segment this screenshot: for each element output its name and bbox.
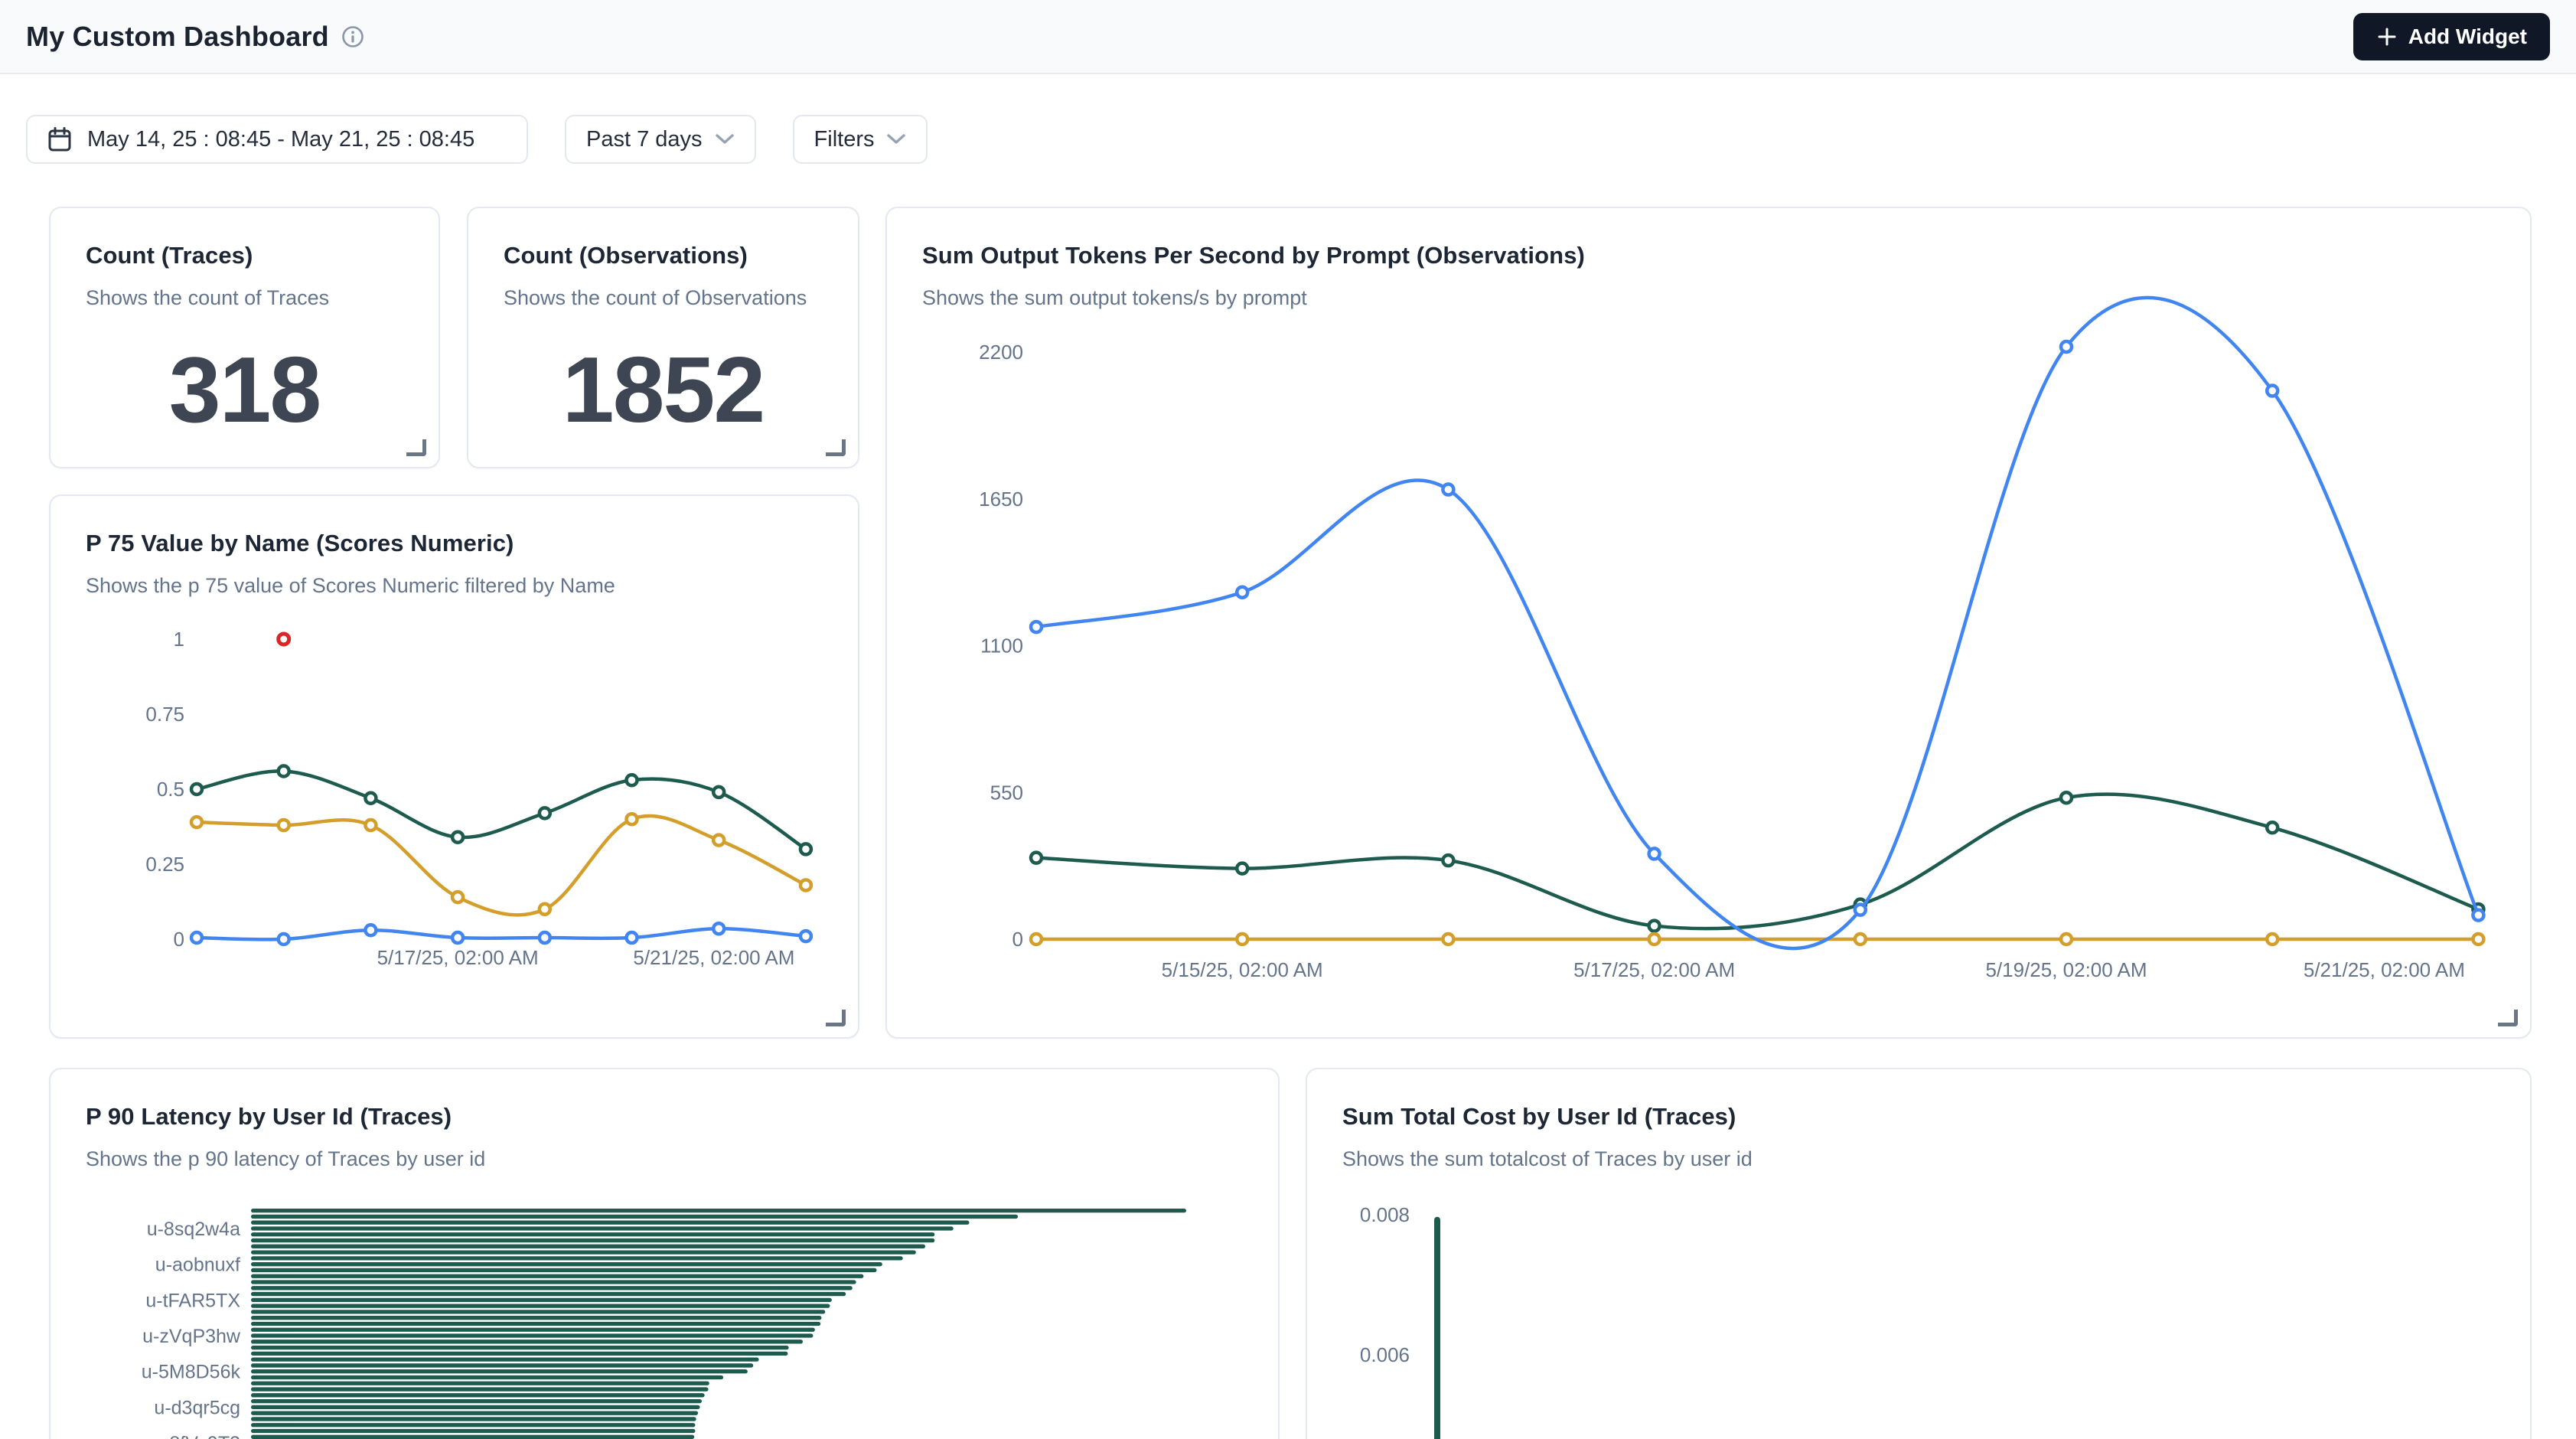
count-traces-value: 318 [169,336,321,443]
svg-text:u-tFAR5TX: u-tFAR5TX [145,1290,240,1311]
widget-title: Count (Observations) [468,208,858,269]
svg-text:0: 0 [1012,928,1023,951]
svg-text:5/17/25, 02:00 AM: 5/17/25, 02:00 AM [377,946,539,969]
widget-sum-cost: Sum Total Cost by User Id (Traces) Shows… [1306,1068,2532,1439]
svg-text:1100: 1100 [980,635,1023,658]
filters-dropdown[interactable]: Filters [793,115,928,164]
svg-text:550: 550 [990,781,1023,804]
svg-text:u-aobnuxf: u-aobnuxf [155,1255,240,1276]
svg-text:5/19/25, 02:00 AM: 5/19/25, 02:00 AM [1985,958,2147,981]
p75-line-chart[interactable]: 0 0.25 0.5 0.75 1 5/17/25, 02:00 AM 5/21/25, 0… [51,496,859,1039]
svg-text:0.75: 0.75 [145,703,184,726]
svg-text:1: 1 [174,628,184,651]
svg-text:u-8sq2w4a: u-8sq2w4a [147,1219,240,1240]
page-title: My Custom Dashboard [26,21,329,53]
count-observations-value: 1852 [562,336,764,443]
widget-title: Count (Traces) [51,208,439,269]
svg-text:0.5: 0.5 [157,778,184,801]
svg-text:u-d3qr5cg: u-d3qr5cg [154,1397,240,1418]
dashboard-page: My Custom Dashboard Add Widget [0,0,2576,1439]
svg-text:5/15/25, 02:00 AM: 5/15/25, 02:00 AM [1162,958,1323,981]
widget-count-observations: Count (Observations) Shows the count of … [467,207,859,468]
resize-handle-icon[interactable] [826,439,846,456]
p90-bar-chart[interactable]: u-8sq2w4a u-aobnuxf u-tFAR5TX u-zVqP3hw u-5M… [51,1069,1280,1439]
resize-handle-icon[interactable] [826,1010,846,1026]
svg-text:0.008: 0.008 [1360,1203,1410,1226]
svg-text:1650: 1650 [979,488,1023,511]
chevron-down-icon [715,133,735,145]
add-widget-button[interactable]: Add Widget [2353,13,2550,60]
widget-subtitle: Shows the count of Traces [51,269,439,310]
time-preset-value: Past 7 days [586,127,703,152]
info-icon[interactable] [341,25,364,48]
chevron-down-icon [886,133,906,145]
filter-bar: May 14, 25 : 08:45 - May 21, 25 : 08:45 … [26,115,928,164]
tokens-line-chart[interactable]: 0 550 1100 1650 2200 5/15/25, 02:00 AM 5/17/25… [887,208,2532,1039]
svg-text:5/21/25, 02:00 AM: 5/21/25, 02:00 AM [633,946,794,969]
cost-bar-chart[interactable]: 0.008 0.006 [1307,1069,2532,1439]
widget-count-traces: Count (Traces) Shows the count of Traces… [49,207,440,468]
widget-p75-scores: P 75 Value by Name (Scores Numeric) Show… [49,494,859,1039]
plus-icon [2376,26,2398,47]
date-range-value: May 14, 25 : 08:45 - May 21, 25 : 08:45 [87,127,474,152]
widget-p90-latency: P 90 Latency by User Id (Traces) Shows t… [49,1068,1280,1439]
svg-text:0.25: 0.25 [145,853,184,876]
svg-text:u-8fVa9T3: u-8fVa9T3 [152,1433,240,1439]
svg-text:u-zVqP3hw: u-zVqP3hw [142,1326,241,1347]
svg-text:0.006: 0.006 [1360,1343,1410,1366]
svg-text:0: 0 [174,928,184,951]
top-bar: My Custom Dashboard Add Widget [0,0,2576,74]
filters-label: Filters [814,127,875,152]
time-preset-dropdown[interactable]: Past 7 days [565,115,756,164]
resize-handle-icon[interactable] [406,439,426,456]
svg-text:u-5M8D56k: u-5M8D56k [142,1362,241,1383]
calendar-icon [47,126,72,152]
svg-text:5/17/25, 02:00 AM: 5/17/25, 02:00 AM [1573,958,1735,981]
resize-handle-icon[interactable] [2498,1010,2518,1026]
svg-text:5/21/25, 02:00 AM: 5/21/25, 02:00 AM [2304,958,2465,981]
add-widget-label: Add Widget [2408,24,2527,49]
widget-subtitle: Shows the count of Observations [468,269,858,310]
date-range-picker[interactable]: May 14, 25 : 08:45 - May 21, 25 : 08:45 [26,115,528,164]
widget-tokens-by-prompt: Sum Output Tokens Per Second by Prompt (… [885,207,2532,1039]
svg-text:2200: 2200 [979,341,1023,364]
